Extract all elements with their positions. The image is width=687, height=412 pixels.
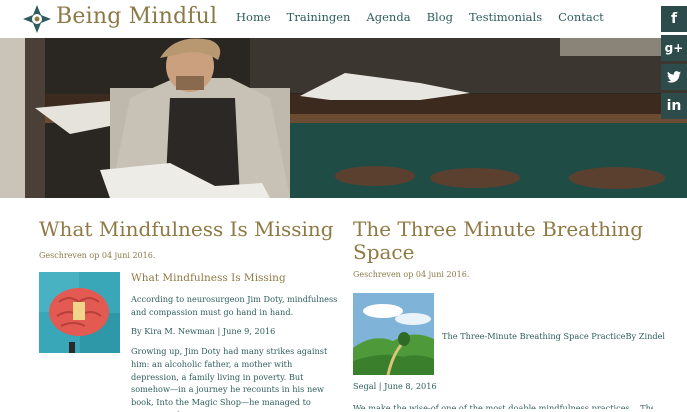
nav-trainingen[interactable]: Trainingen [287, 10, 351, 24]
post-date: Geschreven op 04 juni 2016. [39, 251, 156, 260]
post-title[interactable]: The Three Minute Breathing Space [353, 218, 653, 264]
site-header: Being Mindful Home Trainingen Agenda Blo… [0, 0, 687, 38]
main-nav: Home Trainingen Agenda Blog Testimonials… [236, 10, 620, 24]
googleplus-glyph: g+ [664, 41, 684, 55]
linkedin-icon[interactable]: in [661, 93, 687, 119]
excerpt-text: What Mindfulness Is Missing According to… [131, 272, 339, 412]
post-right: The Three Minute Breathing Space Geschre… [353, 218, 665, 409]
hero-image [0, 38, 687, 198]
excerpt-title[interactable]: What Mindfulness Is Missing [131, 272, 339, 284]
googleplus-icon[interactable]: g+ [661, 35, 687, 61]
brain-thumbnail-image[interactable] [39, 272, 120, 353]
post-title[interactable]: What Mindfulness Is Missing [39, 218, 339, 241]
twitter-icon[interactable] [661, 64, 687, 90]
nav-home[interactable]: Home [236, 10, 271, 24]
facebook-glyph: f [670, 11, 678, 27]
nav-agenda[interactable]: Agenda [366, 10, 410, 24]
twitter-bird [667, 71, 681, 83]
post-excerpt: What Mindfulness Is Missing According to… [39, 272, 339, 412]
post-date: Geschreven op 04 juni 2016. [353, 270, 470, 279]
post-left: What Mindfulness Is Missing Geschreven o… [39, 218, 339, 412]
facebook-icon[interactable]: f [661, 6, 687, 32]
post-body-cut: We make the wise-of one of the most doab… [353, 403, 653, 409]
nav-blog[interactable]: Blog [427, 10, 453, 24]
thumbnail-caption[interactable]: The Three-Minute Breathing Space Practic… [442, 331, 665, 341]
excerpt-byline: By Kira M. Newman | June 9, 2016 [131, 326, 276, 337]
excerpt-body: Growing up, Jim Doty had many strikes ag… [131, 346, 328, 412]
linkedin-glyph: in [666, 98, 682, 114]
excerpt-summary: According to neurosurgeon Jim Doty, mind… [131, 294, 338, 317]
social-sidebar: f g+ in [661, 6, 687, 122]
nav-testimonials[interactable]: Testimonials [469, 10, 542, 24]
logo-icon[interactable] [22, 4, 52, 34]
post-byline: Segal | June 8, 2016 [353, 381, 437, 391]
landscape-thumbnail-image[interactable] [353, 293, 434, 375]
nav-contact[interactable]: Contact [558, 10, 604, 24]
post-excerpt: The Three-Minute Breathing Space Practic… [353, 293, 665, 375]
brand-name[interactable]: Being Mindful [56, 4, 217, 29]
